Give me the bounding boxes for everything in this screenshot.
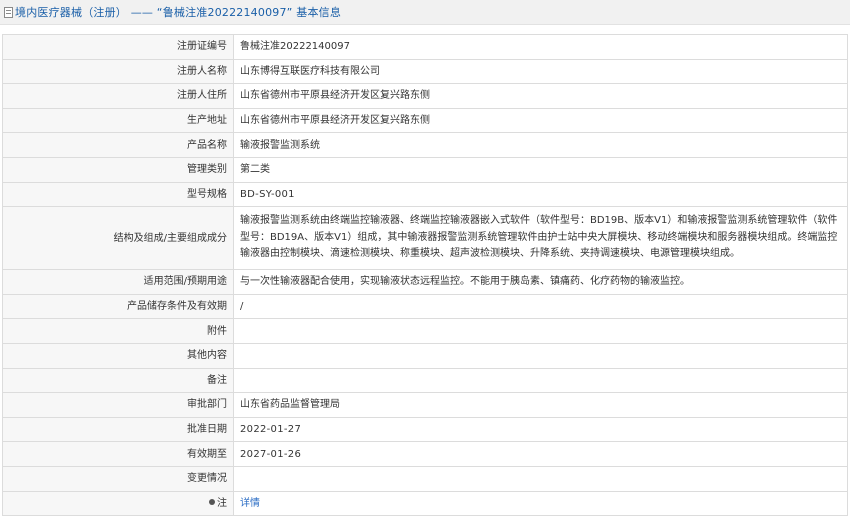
table-row: 有效期至 2027-01-26 [2,441,848,467]
row-value: / [233,293,848,320]
bulb-icon [209,498,215,505]
table-row: 附件 [2,318,848,344]
row-value: 输液报警监测系统 [233,132,848,158]
row-label: 适用范围/预期用途 [2,269,234,295]
row-value: 山东省德州市平原县经济开发区复兴路东侧 [233,107,848,134]
row-label: 变更情况 [2,465,234,492]
row-label: 注册人住所 [2,83,234,109]
details-link[interactable]: 详情 [240,498,260,509]
table-row: 审批部门 山东省药品监督管理局 [2,392,848,418]
row-value [233,318,848,344]
table-row: 产品名称 输液报警监测系统 [2,132,848,158]
info-table: 注册证编号 鲁械注准20222140097 注册人名称 山东博得互联医疗科技有限… [2,34,848,516]
row-label: 型号规格 [2,181,234,208]
table-row: 批准日期 2022-01-27 [2,416,848,443]
row-value: 与一次性输液器配合使用，实现输液状态远程监控。不能用于胰岛素、镇痛药、化疗药物的… [233,269,848,295]
row-value-cell: 详情 [233,490,848,516]
row-label: 注 [217,497,227,509]
document-icon [4,6,13,18]
row-label: 结构及组成/主要组成成分 [2,206,234,271]
table-row: 适用范围/预期用途 与一次性输液器配合使用，实现输液状态远程监控。不能用于胰岛素… [2,269,848,295]
table-row: 备注 [2,367,848,394]
table-row: 变更情况 [2,465,848,492]
row-value: 鲁械注准20222140097 [233,34,848,60]
row-value [233,465,848,492]
table-row: 结构及组成/主要组成成分 输液报警监测系统由终端监控输液器、终端监控输液器嵌入式… [2,206,848,271]
table-row: 注册证编号 鲁械注准20222140097 [2,34,848,60]
table-row: 注册人住所 山东省德州市平原县经济开发区复兴路东侧 [2,83,848,109]
row-value [233,367,848,394]
row-value: BD-SY-001 [233,181,848,208]
row-value: 山东省德州市平原县经济开发区复兴路东侧 [233,83,848,109]
table-row: 生产地址 山东省德州市平原县经济开发区复兴路东侧 [2,107,848,134]
row-value: 输液报警监测系统由终端监控输液器、终端监控输液器嵌入式软件（软件型号：BD19B… [233,206,848,271]
row-label: 有效期至 [2,441,234,467]
row-label: 管理类别 [2,156,234,183]
page-header: 境内医疗器械（注册） —— “鲁械注准20222140097” 基本信息 [0,0,850,25]
row-label: 产品名称 [2,132,234,158]
row-value: 2027-01-26 [233,441,848,467]
row-label: 注册人名称 [2,58,234,85]
row-value: 第二类 [233,156,848,183]
row-value: 2022-01-27 [233,416,848,443]
page-title: 境内医疗器械（注册） —— “鲁械注准20222140097” 基本信息 [15,6,342,19]
table-row: 型号规格 BD-SY-001 [2,181,848,208]
row-label: 批准日期 [2,416,234,443]
row-label: 生产地址 [2,107,234,134]
table-row: 产品储存条件及有效期 / [2,293,848,320]
note-label-cell: 注 [2,490,234,516]
row-label: 附件 [2,318,234,344]
row-value [233,342,848,369]
row-label: 备注 [2,367,234,394]
row-label: 其他内容 [2,342,234,369]
table-row: 注 详情 [2,490,848,516]
row-value: 山东省药品监督管理局 [233,392,848,418]
table-row: 注册人名称 山东博得互联医疗科技有限公司 [2,58,848,85]
row-value: 山东博得互联医疗科技有限公司 [233,58,848,85]
row-label: 注册证编号 [2,34,234,60]
row-label: 产品储存条件及有效期 [2,293,234,320]
table-row: 管理类别 第二类 [2,156,848,183]
row-label: 审批部门 [2,392,234,418]
table-row: 其他内容 [2,342,848,369]
